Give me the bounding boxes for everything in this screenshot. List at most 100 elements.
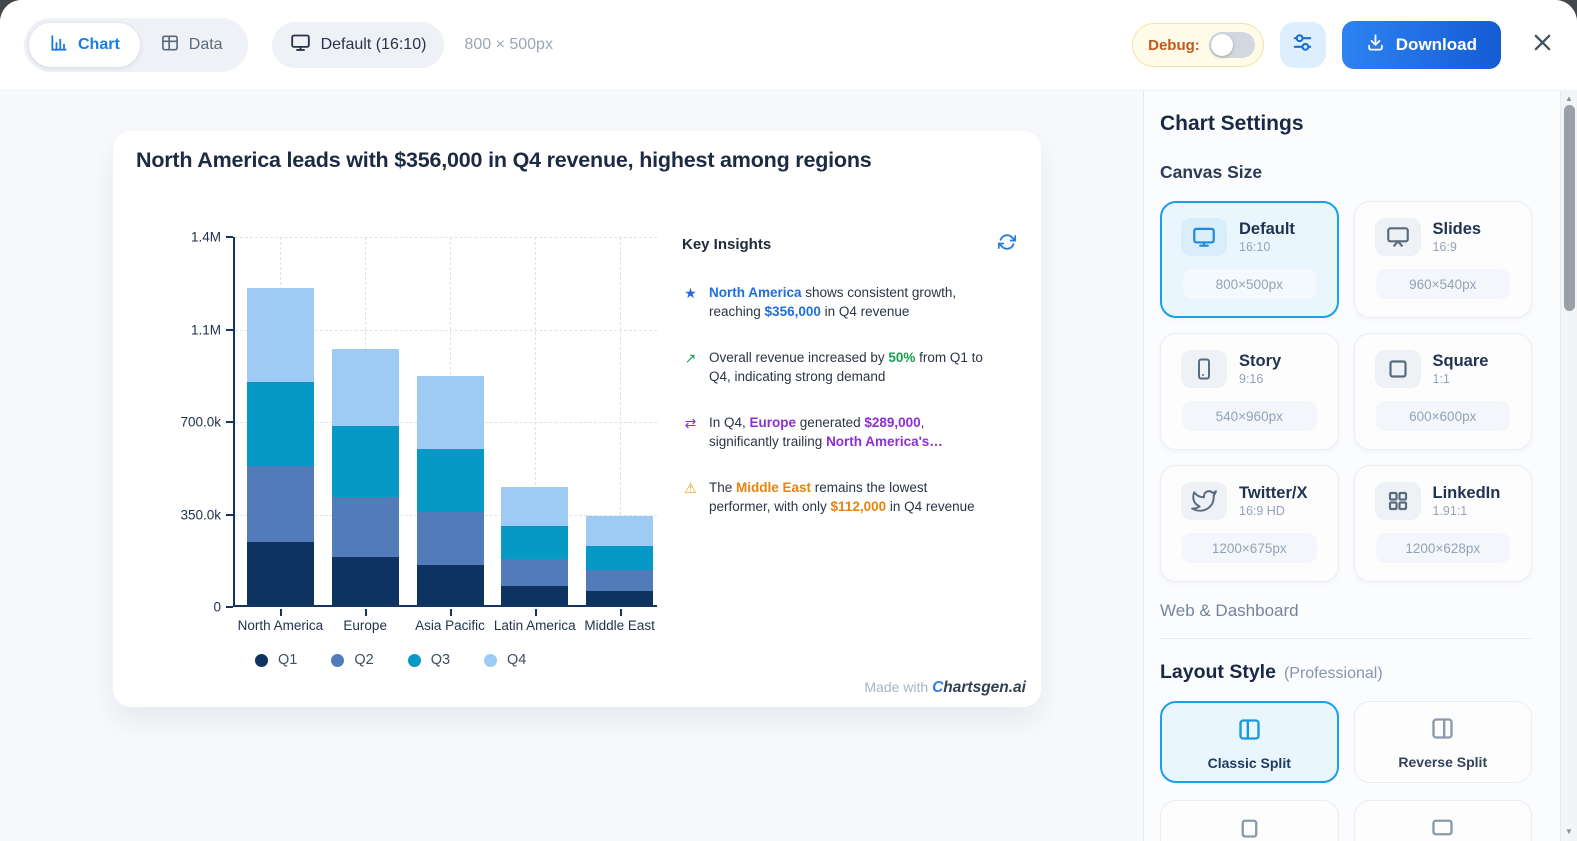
legend-item-q2[interactable]: Q2: [331, 652, 373, 668]
layout-option-classic-split[interactable]: Classic Split: [1160, 701, 1339, 783]
bar-segment-q4-2[interactable]: [417, 376, 484, 450]
canvas-size-name: LinkedIn: [1433, 484, 1501, 503]
chart-settings-sidebar: Chart Settings Canvas Size Default16:108…: [1144, 91, 1560, 841]
legend-label: Q4: [507, 652, 526, 668]
monitor-icon: [290, 32, 311, 58]
layout-style-mode: (Professional): [1284, 665, 1383, 682]
bar-segment-q2-4[interactable]: [586, 570, 653, 591]
canvas-size-option-twitter-x[interactable]: Twitter/X16:9 HD1200×675px: [1160, 465, 1339, 582]
bar-segment-q2-2[interactable]: [417, 512, 484, 565]
tab-chart-label: Chart: [78, 36, 120, 54]
y-axis-label: 700.0k: [180, 415, 221, 430]
chart-options-button[interactable]: [1280, 22, 1326, 68]
key-insights-panel: Key Insights ★North America shows consis…: [682, 233, 1016, 516]
layout-option[interactable]: [1160, 800, 1339, 841]
canvas-size-option-square[interactable]: Square1:1600×600px: [1354, 333, 1533, 450]
bar-segment-q2-3[interactable]: [501, 559, 568, 586]
bar-segment-q4-1[interactable]: [332, 349, 399, 425]
bar-segment-q2-1[interactable]: [332, 497, 399, 557]
layout-style-heading: Layout Style(Professional): [1160, 661, 1532, 684]
chart-title: North America leads with $356,000 in Q4 …: [136, 148, 872, 173]
bar-segment-q3-0[interactable]: [247, 382, 314, 466]
layout-option-reverse-split[interactable]: Reverse Split: [1354, 701, 1533, 783]
canvas-size-option-default[interactable]: Default16:10800×500px: [1160, 201, 1339, 318]
canvas-size-pixels: 960×540px: [1376, 269, 1511, 299]
debug-label: Debug:: [1148, 37, 1200, 54]
close-button[interactable]: [1527, 30, 1557, 60]
close-icon: [1531, 31, 1554, 59]
brand-c: C: [932, 679, 943, 696]
tab-data[interactable]: Data: [140, 23, 243, 67]
y-axis-label: 1.1M: [191, 322, 221, 337]
download-button[interactable]: Download: [1342, 21, 1501, 69]
sidebar-title: Chart Settings: [1160, 112, 1532, 136]
canvas-size-ratio: 9:16: [1239, 372, 1281, 386]
canvas-dimensions-label: 800 × 500px: [464, 36, 553, 54]
bar-segment-q4-3[interactable]: [501, 487, 568, 525]
canvas-size-option-slides[interactable]: Slides16:9960×540px: [1354, 201, 1533, 318]
panel-top-icon: [1236, 814, 1263, 841]
x-axis-tick: [535, 609, 537, 616]
scrollbar-thumb[interactable]: [1564, 105, 1575, 311]
canvas-size-option-linkedin[interactable]: LinkedIn1.91:11200×628px: [1354, 465, 1533, 582]
bar-segment-q1-0[interactable]: [247, 542, 314, 605]
table-icon: [160, 33, 180, 58]
x-axis-label: Europe: [343, 618, 387, 633]
sidebar-scrollbar[interactable]: ▲ ▼: [1560, 91, 1577, 841]
x-axis-label: Latin America: [494, 618, 576, 633]
split-right-icon: [1429, 715, 1456, 747]
x-axis-tick: [620, 609, 622, 616]
insight-item: ⚠The Middle East remains the lowestperfo…: [682, 479, 1016, 516]
canvas-preset-button[interactable]: Default (16:10): [272, 22, 445, 68]
insight-list: ★North America shows consistent growth,r…: [682, 284, 1016, 516]
bar-chart-icon: [49, 33, 69, 58]
download-label: Download: [1396, 35, 1477, 55]
y-axis-tick: [226, 606, 233, 608]
grid-icon: [1375, 482, 1421, 520]
bar-segment-q3-1[interactable]: [332, 426, 399, 497]
watermark-prefix: Made with: [864, 679, 932, 695]
chart-legend: Q1 Q2 Q3 Q4: [255, 652, 526, 668]
layout-option[interactable]: [1354, 800, 1533, 841]
twitter-icon: [1181, 482, 1227, 520]
scroll-down-icon[interactable]: ▼: [1561, 827, 1577, 836]
bar-segment-q2-0[interactable]: [247, 466, 314, 542]
canvas-size-ratio: 16:9 HD: [1239, 504, 1307, 518]
legend-item-q3[interactable]: Q3: [408, 652, 450, 668]
legend-item-q1[interactable]: Q1: [255, 652, 297, 668]
refresh-icon[interactable]: [998, 233, 1016, 256]
canvas-size-name: Square: [1433, 352, 1489, 371]
y-axis-tick: [226, 514, 233, 516]
x-axis-tick: [365, 609, 367, 616]
gridline-h: [235, 237, 657, 238]
canvas-size-option-story[interactable]: Story9:16540×960px: [1160, 333, 1339, 450]
insight-item: ↗Overall revenue increased by 50% from Q…: [682, 349, 1016, 386]
layout-style-grid: Classic Split Reverse Split: [1160, 701, 1532, 783]
tab-chart[interactable]: Chart: [29, 23, 140, 67]
bar-segment-q1-4[interactable]: [586, 591, 653, 605]
bar-segment-q1-3[interactable]: [501, 586, 568, 605]
bar-segment-q3-3[interactable]: [501, 526, 568, 559]
x-axis-tick: [280, 609, 282, 616]
tab-data-label: Data: [189, 36, 223, 54]
canvas-size-pixels: 540×960px: [1182, 401, 1317, 431]
bar-segment-q3-4[interactable]: [586, 546, 653, 570]
layout-option-label: Reverse Split: [1398, 754, 1487, 770]
bar-segment-q1-2[interactable]: [417, 565, 484, 605]
bar-segment-q3-2[interactable]: [417, 449, 484, 512]
canvas-size-pixels: 1200×675px: [1182, 533, 1317, 563]
chart-card: North America leads with $356,000 in Q4 …: [113, 131, 1041, 707]
header-toolbar: Chart Data Default (16:10) 800 × 500px D…: [0, 0, 1577, 91]
canvas-size-name: Default: [1239, 220, 1295, 239]
y-axis-label: 350.0k: [180, 507, 221, 522]
watermark: Made with Chartsgen.ai: [864, 679, 1026, 697]
chart-export-modal: Chart Data Default (16:10) 800 × 500px D…: [0, 0, 1577, 841]
x-axis-label: Middle East: [584, 618, 655, 633]
debug-toggle[interactable]: [1209, 32, 1255, 58]
legend-item-q4[interactable]: Q4: [484, 652, 526, 668]
bar-segment-q4-0[interactable]: [247, 288, 314, 382]
brand-rest: hartsgen.ai: [943, 679, 1026, 696]
scroll-up-icon[interactable]: ▲: [1561, 94, 1577, 103]
bar-segment-q1-1[interactable]: [332, 557, 399, 605]
bar-segment-q4-4[interactable]: [586, 516, 653, 546]
